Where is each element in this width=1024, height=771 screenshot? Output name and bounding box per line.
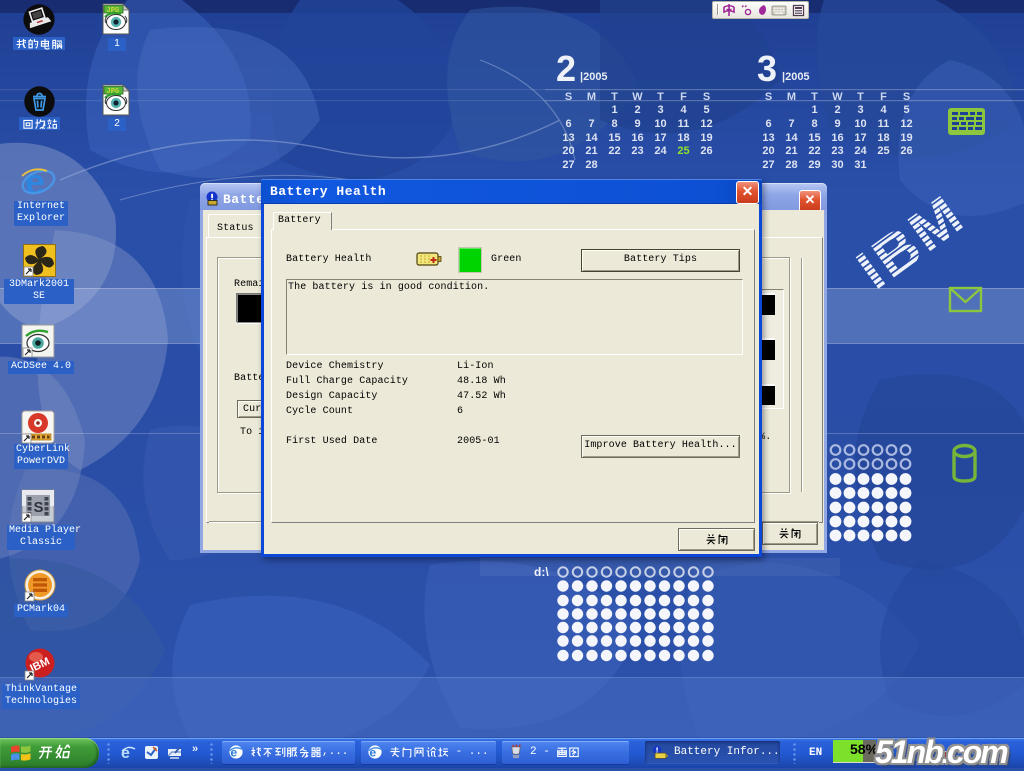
svg-text:S: S xyxy=(34,499,44,516)
